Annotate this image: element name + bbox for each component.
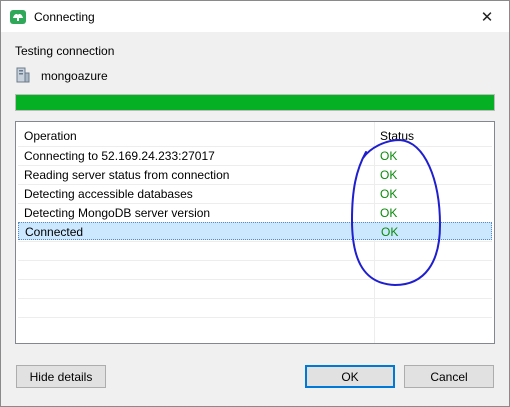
table-row-empty (18, 260, 492, 278)
table-row[interactable]: Reading server status from connection OK (18, 165, 492, 183)
operations-table: Operation Status Connecting to 52.169.24… (15, 121, 495, 344)
row-status: OK (380, 168, 398, 182)
ok-button[interactable]: OK (305, 365, 395, 388)
status-heading: Testing connection (15, 44, 115, 58)
connecting-dialog: Connecting ✕ Testing connection mongoazu… (0, 0, 510, 407)
dialog-footer: Hide details OK Cancel (1, 351, 509, 406)
table-row-empty (18, 279, 492, 297)
row-status: OK (380, 187, 398, 201)
row-status: OK (381, 225, 399, 239)
close-button[interactable]: ✕ (465, 1, 509, 32)
row-operation: Detecting MongoDB server version (24, 206, 211, 220)
table-row[interactable]: Detecting MongoDB server version OK (18, 203, 492, 221)
app-logo-icon (10, 10, 26, 24)
column-header-operation[interactable]: Operation (24, 129, 77, 143)
title-bar[interactable]: Connecting ✕ (1, 1, 509, 32)
row-operation: Reading server status from connection (24, 168, 230, 182)
table-row[interactable]: Detecting accessible databases OK (18, 184, 492, 202)
table-row-empty (18, 317, 492, 335)
progress-bar (15, 94, 495, 111)
cancel-button[interactable]: Cancel (404, 365, 494, 388)
progress-fill (16, 95, 494, 110)
row-status: OK (380, 149, 398, 163)
row-operation: Connecting to 52.169.24.233:27017 (24, 149, 215, 163)
close-icon: ✕ (480, 8, 494, 26)
row-operation: Detecting accessible databases (24, 187, 193, 201)
column-header-status[interactable]: Status (380, 129, 414, 143)
connection-name: mongoazure (41, 69, 108, 83)
row-operation: Connected (25, 225, 84, 239)
table-row-empty (18, 298, 492, 316)
table-row-empty (18, 241, 492, 259)
hide-details-button[interactable]: Hide details (16, 365, 106, 388)
window-title: Connecting (34, 10, 95, 24)
table-row[interactable]: Connecting to 52.169.24.233:27017 OK (18, 146, 492, 164)
table-row-selected[interactable]: Connected OK (18, 222, 492, 240)
row-status: OK (380, 206, 398, 220)
server-icon (16, 67, 30, 83)
